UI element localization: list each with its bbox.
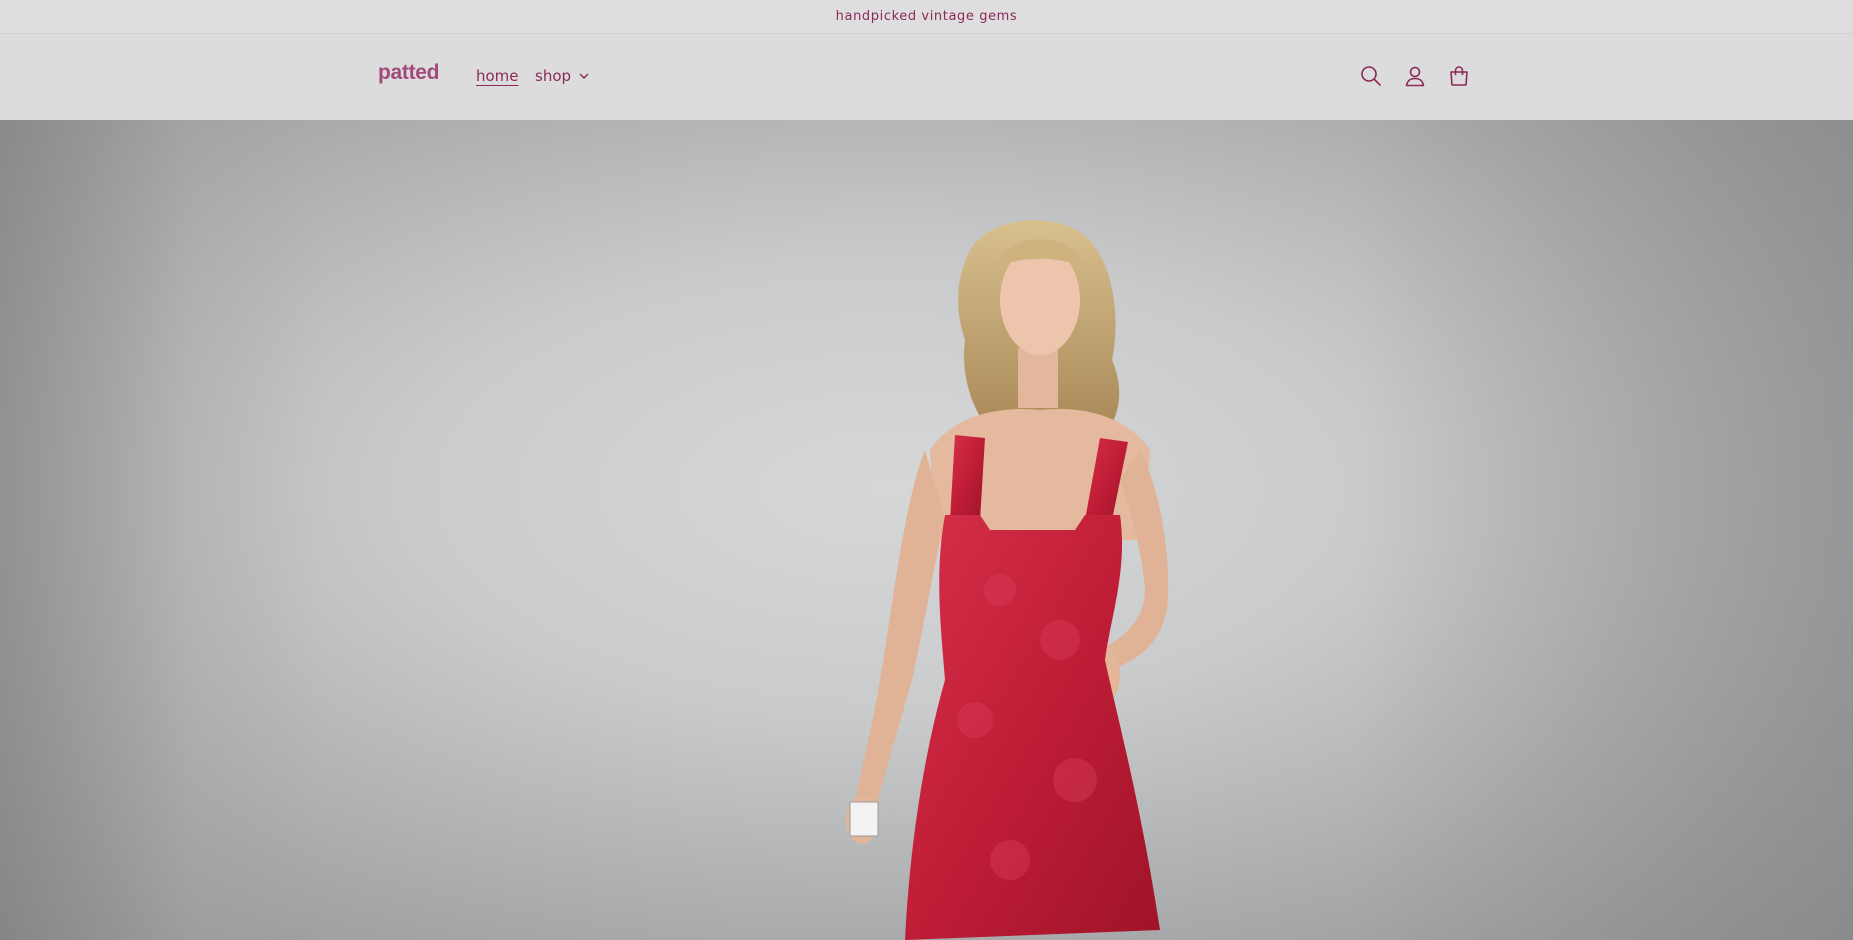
cart-icon [1450, 66, 1468, 86]
hero-model-image [846, 220, 1169, 940]
hero-banner[interactable] [0, 120, 1853, 940]
store-logo[interactable]: patted [378, 61, 440, 85]
search-button[interactable] [1358, 63, 1384, 89]
chevron-down-icon [579, 73, 589, 79]
site-header: patted home shop [0, 34, 1853, 120]
account-icon [1405, 66, 1425, 87]
account-button[interactable] [1402, 63, 1428, 89]
announcement-bar: handpicked vintage gems [0, 0, 1853, 34]
search-icon [1361, 66, 1381, 86]
nav-shop-label: shop [535, 67, 572, 85]
announcement-text: handpicked vintage gems [835, 9, 1018, 24]
nav-home-link[interactable]: home [476, 67, 519, 85]
cart-button[interactable] [1446, 63, 1472, 89]
nav-shop-dropdown[interactable]: shop [535, 67, 589, 85]
